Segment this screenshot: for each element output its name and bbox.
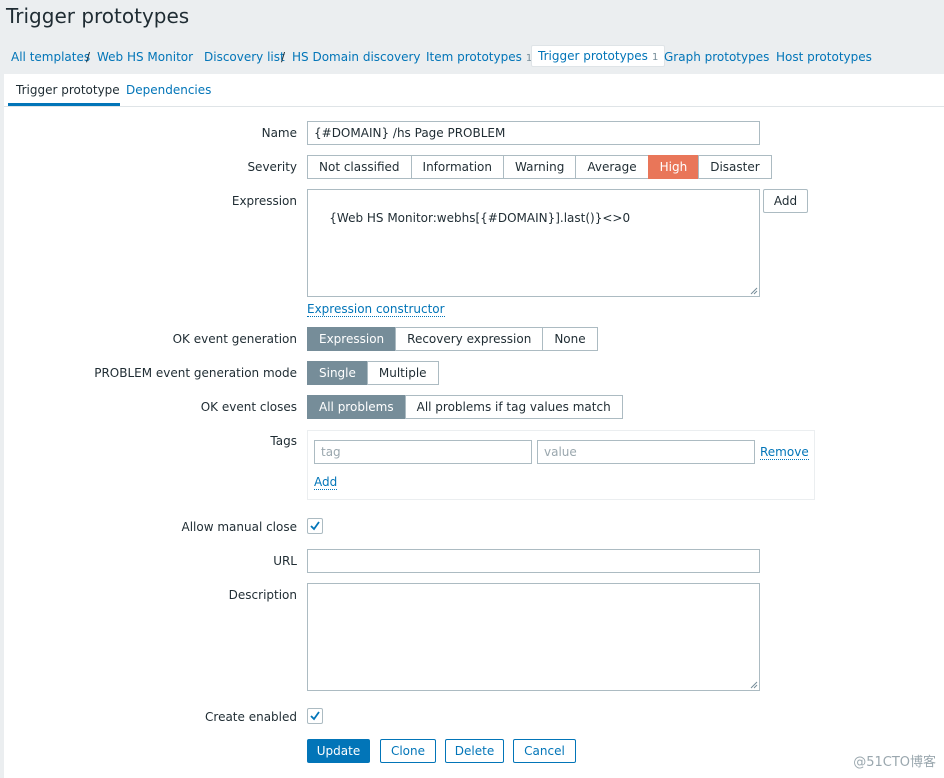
- tags-label: Tags: [270, 434, 297, 448]
- expression-textarea[interactable]: {Web HS Monitor:webhs[{#DOMAIN}].last()}…: [307, 189, 760, 297]
- page-title: Trigger prototypes: [6, 4, 190, 28]
- cancel-button[interactable]: Cancel: [513, 739, 576, 763]
- ok-event-closes-label: OK event closes: [200, 400, 297, 414]
- problem-mode-label: PROBLEM event generation mode: [94, 366, 297, 380]
- tag-remove-link[interactable]: Remove: [760, 445, 809, 460]
- tag-add-link[interactable]: Add: [314, 475, 338, 490]
- expression-label: Expression: [231, 194, 297, 208]
- tab-dependencies[interactable]: Dependencies: [126, 83, 211, 97]
- watermark: @51CTO博客: [853, 755, 936, 770]
- breadcrumb-discovery-list[interactable]: Discovery list: [204, 50, 285, 64]
- description-label: Description: [228, 588, 297, 602]
- tags-table: tag value Remove Add: [307, 430, 815, 500]
- update-button[interactable]: Update: [307, 739, 370, 763]
- tab-trigger-prototype[interactable]: Trigger prototype: [16, 83, 120, 97]
- severity-label: Severity: [247, 160, 297, 174]
- trigger-prototypes-count: 1: [651, 52, 659, 63]
- ok-event-closes-selector: All problems All problems if tag values …: [307, 395, 623, 419]
- resize-handle-icon[interactable]: [750, 681, 758, 689]
- ok-event-closes-tag-match[interactable]: All problems if tag values match: [404, 395, 623, 419]
- tab-item-prototypes[interactable]: Item prototypes 1: [426, 50, 532, 64]
- expression-text: {Web HS Monitor:webhs[{#DOMAIN}].last()}…: [329, 211, 631, 225]
- resize-handle-icon[interactable]: [750, 287, 758, 295]
- trigger-prototypes-label: Trigger prototypes: [538, 49, 648, 63]
- ok-event-closes-all[interactable]: All problems: [307, 395, 406, 419]
- tab-graph-prototypes[interactable]: Graph prototypes: [664, 50, 769, 64]
- ok-event-expression[interactable]: Expression: [307, 327, 397, 351]
- severity-warning[interactable]: Warning: [503, 155, 577, 179]
- expression-add-button[interactable]: Add: [763, 189, 808, 213]
- name-input[interactable]: {#DOMAIN} /hs Page PROBLEM: [307, 121, 760, 145]
- severity-not-classified[interactable]: Not classified: [307, 155, 412, 179]
- ok-event-generation-label: OK event generation: [172, 332, 297, 346]
- create-enabled-label: Create enabled: [205, 710, 297, 724]
- allow-manual-close-label: Allow manual close: [181, 520, 297, 534]
- form-tabs: Trigger prototype Dependencies: [4, 74, 944, 107]
- item-prototypes-label: Item prototypes: [426, 50, 522, 64]
- expression-constructor-link[interactable]: Expression constructor: [307, 302, 445, 317]
- ok-event-recovery-expression[interactable]: Recovery expression: [395, 327, 544, 351]
- description-textarea[interactable]: [307, 583, 760, 691]
- breadcrumb-template[interactable]: Web HS Monitor: [97, 50, 193, 64]
- tab-trigger-prototypes[interactable]: Trigger prototypes 1: [531, 45, 666, 67]
- problem-mode-multiple[interactable]: Multiple: [366, 361, 439, 385]
- checkmark-icon: [310, 521, 320, 531]
- allow-manual-close-checkbox[interactable]: [307, 518, 323, 534]
- tab-host-prototypes[interactable]: Host prototypes: [776, 50, 872, 64]
- severity-selector: Not classified Information Warning Avera…: [307, 155, 772, 179]
- trigger-prototype-form: Name {#DOMAIN} /hs Page PROBLEM Severity…: [4, 107, 944, 778]
- breadcrumb-separator: /: [86, 50, 91, 64]
- severity-high[interactable]: High: [647, 155, 700, 179]
- ok-event-generation-selector: Expression Recovery expression None: [307, 327, 598, 351]
- active-tab-indicator: [8, 103, 120, 106]
- tag-value-input[interactable]: value: [537, 440, 755, 464]
- tag-name-input[interactable]: tag: [314, 440, 532, 464]
- clone-button[interactable]: Clone: [380, 739, 436, 763]
- severity-disaster[interactable]: Disaster: [698, 155, 772, 179]
- breadcrumb-separator: /: [281, 50, 286, 64]
- delete-button[interactable]: Delete: [445, 739, 504, 763]
- url-input[interactable]: [307, 549, 760, 573]
- create-enabled-checkbox[interactable]: [307, 708, 323, 724]
- problem-mode-single[interactable]: Single: [307, 361, 368, 385]
- severity-information[interactable]: Information: [410, 155, 504, 179]
- problem-mode-selector: Single Multiple: [307, 361, 439, 385]
- severity-average[interactable]: Average: [575, 155, 649, 179]
- breadcrumb: All templates / Web HS Monitor Discovery…: [0, 42, 944, 72]
- breadcrumb-discovery-rule[interactable]: HS Domain discovery: [292, 50, 421, 64]
- name-label: Name: [261, 126, 297, 140]
- checkmark-icon: [310, 711, 320, 721]
- ok-event-none[interactable]: None: [542, 327, 598, 351]
- url-label: URL: [273, 554, 297, 568]
- breadcrumb-all-templates[interactable]: All templates: [11, 50, 90, 64]
